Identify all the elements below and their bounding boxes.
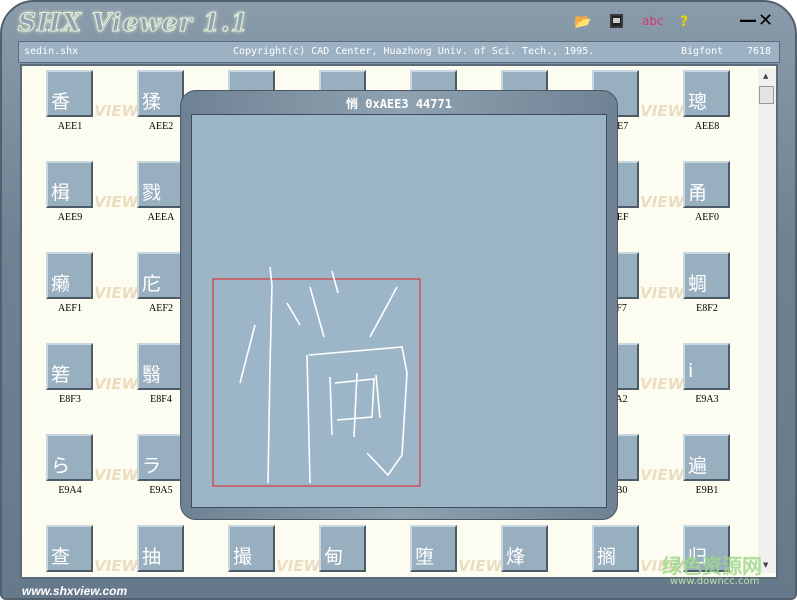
app-window: SHX Viewer 1.1 📂 abc ? — ✕ sedin.shx Cop… (0, 0, 797, 600)
glyph-tile[interactable]: 遍 (683, 434, 730, 481)
app-title: SHX Viewer 1.1 (18, 8, 249, 38)
glyph-code-label: E9B1 (695, 485, 719, 496)
help-icon[interactable]: ? (680, 14, 688, 30)
scroll-up-icon[interactable]: ▲ (763, 72, 768, 80)
glyph-tile[interactable]: 搁 (592, 525, 639, 572)
scrollbar[interactable]: ▲ ▼ (758, 68, 776, 573)
glyph-code-label: E8F2 (696, 303, 718, 314)
glyph-code-label: E9A3 (695, 394, 719, 405)
file-name: sedin.shx (24, 46, 79, 57)
glyph-count: 7618 (747, 46, 772, 57)
site-watermark-url: www.downcc.com (670, 576, 760, 587)
glyph-tile[interactable]: 庀 (137, 252, 184, 299)
glyph-drawing (212, 266, 421, 487)
font-type: Bigfont (681, 46, 724, 57)
glyph-tile[interactable]: 甸 (319, 525, 366, 572)
glyph-preview-dialog: 悄 0xAEE3 44771 (180, 90, 618, 520)
copyright: Copyright(c) CAD Center, Huazhong Univ. … (233, 46, 595, 57)
open-folder-icon[interactable]: 📂 (574, 14, 591, 30)
abc-button[interactable]: abc (642, 14, 664, 28)
glyph-tile[interactable]: ラ (137, 434, 184, 481)
glyph-tile[interactable]: 香 (46, 70, 93, 117)
minimize-button[interactable]: — (739, 10, 757, 31)
glyph-tile[interactable]: 蜩 (683, 252, 730, 299)
glyph-tile[interactable]: 戮 (137, 161, 184, 208)
site-watermark: 绿色资源网 (662, 554, 762, 578)
website-link[interactable]: www.shxview.com (22, 584, 127, 598)
glyph-code-label: AEE9 (57, 212, 83, 223)
glyph-strokes (239, 266, 408, 484)
scroll-down-icon[interactable]: ▼ (763, 561, 768, 569)
glyph-tile[interactable]: i (683, 343, 730, 390)
glyph-tile[interactable]: 癞 (46, 252, 93, 299)
glyph-tile[interactable]: 撮 (228, 525, 275, 572)
glyph-tile[interactable]: 璁 (683, 70, 730, 117)
glyph-code-label: AEF1 (58, 303, 82, 314)
save-icon[interactable] (610, 14, 623, 28)
glyph-tile[interactable]: 楫 (46, 161, 93, 208)
glyph-code-label: AEE8 (694, 121, 720, 132)
glyph-tile[interactable]: 甬 (683, 161, 730, 208)
preview-canvas (191, 114, 607, 508)
glyph-tile[interactable]: 查 (46, 525, 93, 572)
glyph-code-label: E8F3 (59, 394, 81, 405)
dialog-title: 悄 0xAEE3 44771 (346, 97, 452, 111)
glyph-tile[interactable]: 猱 (137, 70, 184, 117)
glyph-tile[interactable]: 箬 (46, 343, 93, 390)
glyph-code-label: E9A4 (58, 485, 82, 496)
glyph-tile[interactable]: 烽 (501, 525, 548, 572)
glyph-tile[interactable]: 堕 (410, 525, 457, 572)
info-bar: sedin.shx Copyright(c) CAD Center, Huazh… (18, 41, 780, 63)
glyph-tile[interactable]: 翳 (137, 343, 184, 390)
glyph-code-label: AEF0 (695, 212, 719, 223)
scroll-thumb[interactable] (759, 86, 774, 104)
glyph-code-label: AEE1 (57, 121, 83, 132)
close-button[interactable]: ✕ (758, 10, 773, 31)
glyph-tile[interactable]: 抽 (137, 525, 184, 572)
glyph-tile[interactable]: ら (46, 434, 93, 481)
